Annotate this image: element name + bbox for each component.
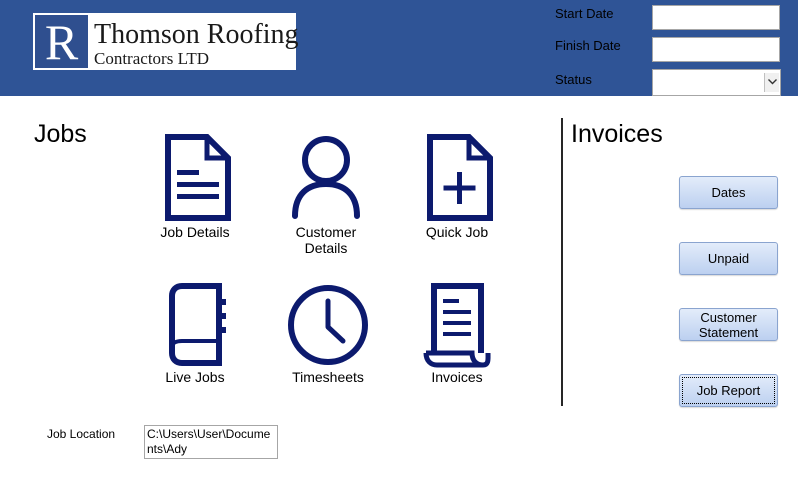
chevron-down-icon[interactable] — [764, 73, 779, 92]
job-location-field[interactable]: C:\Users\User\Documents\Ady — [144, 425, 278, 459]
person-icon — [292, 136, 360, 219]
company-logo: R Thomson Roofing Contractors LTD — [33, 13, 299, 70]
header-bar: R Thomson Roofing Contractors LTD Start … — [0, 0, 798, 96]
tile-label: Quick Job — [425, 224, 489, 240]
tile-job-details[interactable]: Job Details — [145, 132, 245, 240]
tile-invoices[interactable]: Invoices — [407, 281, 507, 385]
tile-label: Live Jobs — [165, 369, 225, 385]
finish-date-input[interactable] — [652, 37, 780, 62]
section-divider — [561, 118, 563, 406]
clock-icon — [288, 285, 368, 365]
tile-timesheets[interactable]: Timesheets — [278, 281, 378, 385]
job-report-button[interactable]: Job Report — [679, 374, 778, 407]
status-label: Status — [555, 72, 592, 87]
scroll-document-icon — [423, 283, 491, 368]
tile-label: Job Details — [160, 224, 230, 240]
job-location-label: Job Location — [47, 427, 116, 441]
tile-customer-details[interactable]: Customer Details — [276, 132, 376, 256]
start-date-input[interactable] — [652, 5, 780, 30]
jobs-title: Jobs — [34, 120, 87, 148]
start-date-label: Start Date — [555, 6, 614, 21]
dates-button[interactable]: Dates — [679, 176, 778, 209]
tile-label: Customer Details — [295, 224, 357, 256]
document-lines-icon — [165, 134, 231, 221]
logo-monogram: R — [35, 15, 88, 70]
tile-live-jobs[interactable]: Live Jobs — [145, 281, 245, 385]
tile-label: Invoices — [431, 369, 483, 385]
logo-company-name: Thomson Roofing — [94, 19, 299, 50]
notebook-icon — [169, 283, 226, 366]
invoices-title: Invoices — [571, 120, 663, 148]
logo-company-subtitle: Contractors LTD — [94, 49, 210, 68]
customer-statement-button[interactable]: Customer Statement — [679, 308, 778, 341]
unpaid-button[interactable]: Unpaid — [679, 242, 778, 275]
document-plus-icon — [427, 134, 493, 221]
status-select[interactable] — [652, 69, 781, 96]
tile-label: Timesheets — [292, 369, 364, 385]
tile-quick-job[interactable]: Quick Job — [407, 132, 507, 240]
finish-date-label: Finish Date — [555, 38, 621, 53]
